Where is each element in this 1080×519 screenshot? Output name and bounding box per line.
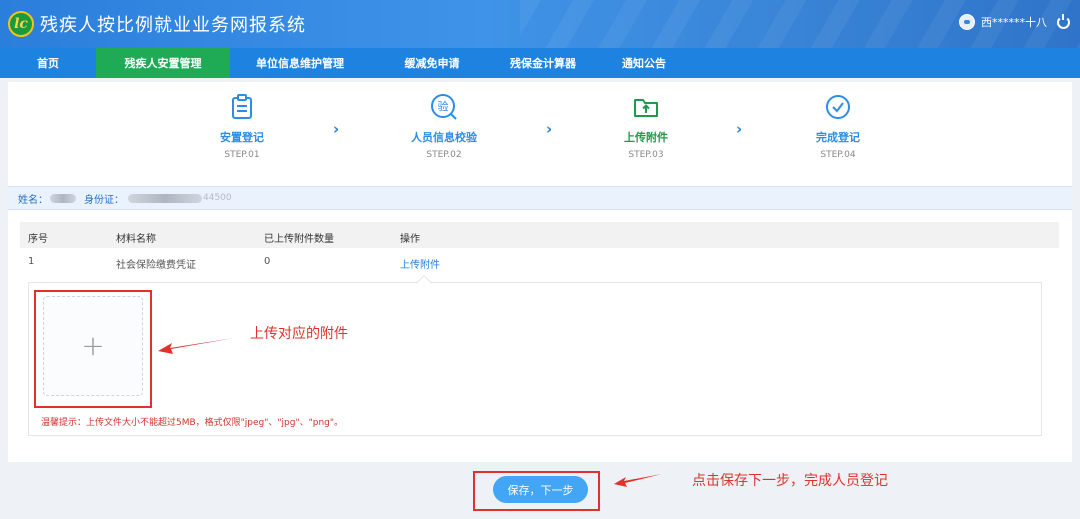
step-2: 验 人员信息校验 STEP.02: [394, 92, 494, 160]
col-upload-count: 已上传附件数量: [264, 234, 334, 245]
row-upload-count: 0: [264, 256, 271, 267]
step-3: 上传附件 STEP.03: [596, 92, 696, 160]
app-title: 残疾人按比例就业业务网报系统: [40, 15, 306, 36]
step-4-label: 完成登记: [816, 131, 860, 144]
app-header: lc 残疾人按比例就业业务网报系统 西******十八: [0, 0, 1080, 48]
nav-home[interactable]: 首页: [0, 48, 96, 78]
nav-fund-calculator[interactable]: 残保金计算器: [494, 48, 592, 78]
annotation-upload-text: 上传对应的附件: [250, 326, 348, 342]
row-material-name: 社会保险缴费凭证: [116, 260, 196, 271]
main-nav: 首页 残疾人安置管理 单位信息维护管理 缓减免申请 残保金计算器 通知公告: [0, 48, 1080, 78]
id-value-redacted: [128, 193, 202, 203]
person-info-bar: 姓名： 身份证： 44500: [8, 186, 1072, 210]
user-area[interactable]: 西******十八: [959, 13, 1070, 30]
nav-unit-info[interactable]: 单位信息维护管理: [230, 48, 370, 78]
annotation-upload-highlight: [34, 290, 152, 408]
table-row: 1 社会保险缴费凭证 0 上传附件: [20, 248, 1059, 274]
annotation-arrow-icon: [614, 474, 662, 487]
main-panel: 安置登记 STEP.01 › 验 人员信息校验 STEP.02 › 上传附件 S…: [8, 82, 1072, 462]
upload-folder-icon: [634, 99, 658, 117]
table-header: 序号 材料名称 已上传附件数量 操作: [20, 222, 1059, 248]
nav-disabled-placement[interactable]: 残疾人安置管理: [96, 48, 230, 78]
step-3-label: 上传附件: [624, 131, 668, 144]
chevron-right-icon: ›: [333, 120, 340, 138]
step-1-number: STEP.01: [224, 150, 260, 160]
step-2-number: STEP.02: [426, 150, 462, 160]
step-1: 安置登记 STEP.01: [192, 92, 292, 160]
user-avatar-icon[interactable]: [959, 14, 975, 30]
col-action: 操作: [400, 234, 420, 245]
col-index: 序号: [28, 234, 48, 245]
col-material-name: 材料名称: [116, 234, 156, 245]
row-index: 1: [28, 256, 35, 267]
svg-text:验: 验: [438, 99, 449, 113]
step-3-number: STEP.03: [628, 150, 664, 160]
annotation-save-text: 点击保存下一步，完成人员登记: [692, 473, 888, 489]
annotation-arrow-icon: [158, 338, 234, 354]
nav-reduction-application[interactable]: 缓减免申请: [370, 48, 494, 78]
name-value-redacted: [50, 193, 76, 203]
step-2-label: 人员信息校验: [411, 131, 477, 144]
id-value-suffix: 44500: [203, 193, 232, 203]
app-logo-icon: lc: [8, 11, 34, 37]
nav-notices[interactable]: 通知公告: [592, 48, 696, 78]
id-label: 身份证：: [84, 194, 124, 206]
name-label: 姓名：: [18, 194, 48, 206]
step-4: 完成登记 STEP.04: [788, 92, 888, 160]
logout-power-icon[interactable]: [1057, 13, 1070, 29]
save-next-button[interactable]: 保存，下一步: [493, 476, 588, 503]
check-circle-icon: [826, 95, 850, 119]
upload-tip: 温馨提示：上传文件大小不能超过5MB，格式仅限"jpeg"、"jpg"、"png…: [41, 418, 344, 428]
clipboard-icon: [232, 94, 252, 119]
step-1-label: 安置登记: [220, 131, 264, 144]
upload-attachment-link[interactable]: 上传附件: [400, 256, 440, 271]
chevron-right-icon: ›: [546, 120, 553, 138]
step-4-number: STEP.04: [820, 150, 856, 160]
user-name[interactable]: 西******十八: [981, 14, 1047, 30]
upload-panel: + 温馨提示：上传文件大小不能超过5MB，格式仅限"jpeg"、"jpg"、"p…: [28, 274, 1042, 436]
chevron-right-icon: ›: [736, 120, 743, 138]
verify-icon: 验: [431, 94, 457, 120]
